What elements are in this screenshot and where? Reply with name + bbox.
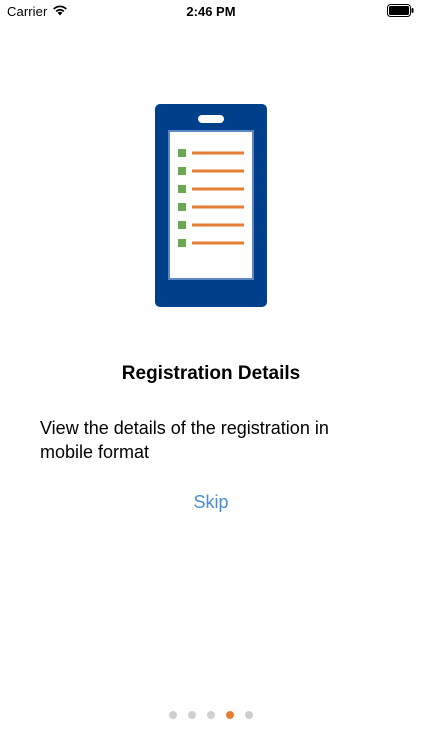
checklist-bullet: [178, 203, 186, 211]
checklist-line: [192, 151, 244, 155]
phone-checklist-illustration: [155, 104, 267, 307]
page-title: Registration Details: [121, 363, 301, 384]
page-dot[interactable]: [188, 711, 196, 719]
status-bar: Carrier 2:46 PM: [0, 0, 422, 24]
page-indicator[interactable]: [0, 711, 422, 719]
checklist-line: [192, 169, 244, 173]
checklist-bullet: [178, 167, 186, 175]
page-description: View the details of the registration in …: [40, 418, 329, 462]
page-dot[interactable]: [169, 711, 177, 719]
checklist-line: [192, 223, 244, 227]
checklist-bullet: [178, 149, 186, 157]
checklist-line: [192, 205, 244, 209]
status-time: 2:46 PM: [186, 4, 236, 19]
skip-button[interactable]: Skip: [161, 492, 261, 513]
battery-icon: [387, 4, 414, 17]
phone-speaker: [198, 115, 224, 123]
checklist-line: [192, 241, 244, 245]
checklist-bullet: [178, 239, 186, 247]
checklist-line: [192, 187, 244, 191]
page-dot[interactable]: [245, 711, 253, 719]
checklist-bullet: [178, 185, 186, 193]
page-dot-active[interactable]: [226, 711, 234, 719]
checklist-bullet: [178, 221, 186, 229]
page-dot[interactable]: [207, 711, 215, 719]
